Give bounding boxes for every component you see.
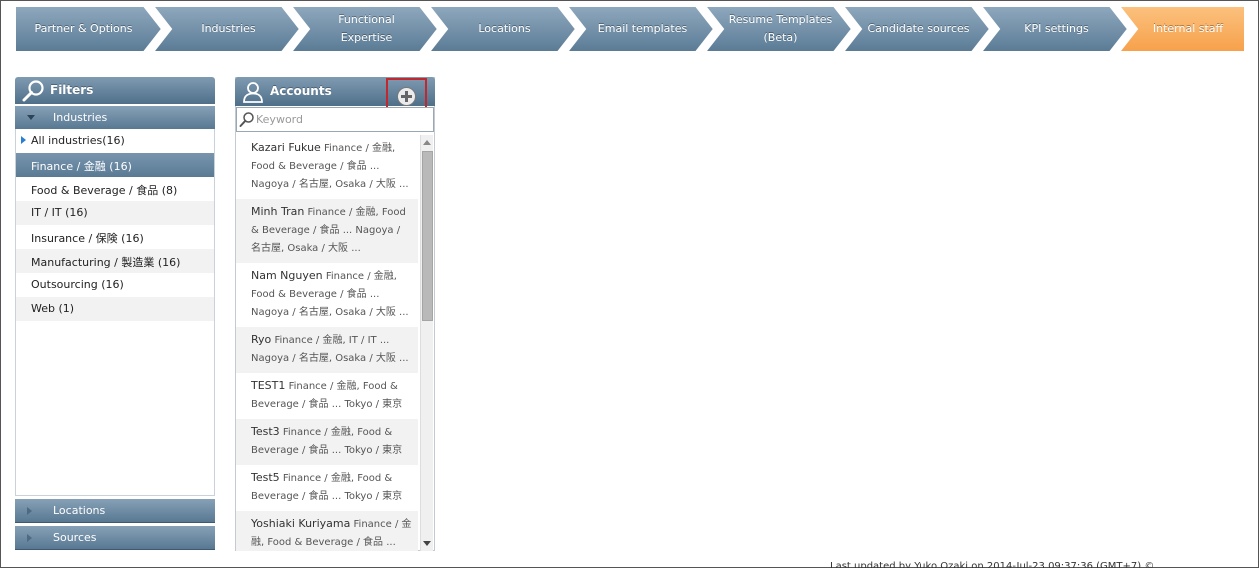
filters-panel: Filters Industries All industries(16) Fin…	[15, 77, 215, 551]
industry-filter-label: All industries(16)	[31, 134, 125, 147]
industry-filter-item[interactable]: Outsourcing (16)	[16, 273, 214, 297]
magnifier-icon	[22, 80, 44, 102]
expand-arrow-icon	[27, 534, 32, 542]
industry-filter-item[interactable]: Manufacturing / 製造業 (16)	[16, 249, 214, 273]
industry-filter-label: Outsourcing (16)	[31, 278, 124, 291]
filters-title: Filters	[50, 83, 94, 97]
step-tab[interactable]: Partner & Options	[15, 6, 162, 52]
step-tab[interactable]: Resume Templates (Beta)	[705, 6, 852, 52]
account-name: Test3	[251, 425, 280, 438]
current-filter-arrow-icon	[21, 136, 26, 144]
account-summary-line: Food & Beverage / 食品 ...	[251, 161, 380, 172]
step-tab[interactable]: Internal staff	[1119, 6, 1245, 52]
account-list-item[interactable]: Test5 Finance / 金融, Food & Beverage / 食品 …	[236, 465, 418, 511]
industries-section-label: Industries	[53, 111, 108, 124]
step-tab[interactable]: Email templates	[567, 6, 714, 52]
account-name: TEST1	[251, 379, 286, 392]
industry-filter-label: Food & Beverage / 食品 (8)	[31, 184, 178, 197]
step-tab-label: Functional Expertise	[338, 13, 395, 44]
account-summary-line: Nagoya / 名古屋, Osaka / 大阪 ...	[251, 353, 409, 364]
step-tab-label: KPI settings	[1024, 22, 1089, 35]
account-summary-line: Finance / 金融, Food &	[282, 473, 393, 484]
industry-filter-item[interactable]: Food & Beverage / 食品 (8)	[16, 177, 214, 201]
industry-filter-label: Manufacturing / 製造業 (16)	[31, 256, 181, 269]
industry-filter-item[interactable]: IT / IT (16)	[16, 201, 214, 225]
industries-list: All industries(16) Finance / 金融 (16) Food …	[15, 129, 215, 496]
account-list-item[interactable]: Test3 Finance / 金融, Food & Beverage / 食品 …	[236, 419, 418, 465]
account-name: Test5	[251, 471, 280, 484]
keyword-input[interactable]	[256, 111, 426, 128]
account-summary-line: 融, Food & Beverage / 食品 ...	[251, 537, 396, 548]
account-summary-line: & Beverage / 食品 ... Nagoya /	[251, 225, 401, 236]
industry-filter-label: Insurance / 保険 (16)	[31, 232, 144, 245]
account-name: Ryo	[251, 333, 272, 346]
account-summary-line: Finance / 金融, IT / IT ...	[274, 335, 390, 346]
scroll-down-arrow-icon[interactable]	[423, 541, 431, 546]
step-tab[interactable]: KPI settings	[981, 6, 1128, 52]
keyword-search	[236, 107, 434, 132]
scrollbar-thumb[interactable]	[422, 151, 433, 321]
account-summary-line: Nagoya / 名古屋, Osaka / 大阪 ...	[251, 307, 409, 318]
account-summary-line: Finance / 金融, Food &	[282, 427, 393, 438]
industries-section-header[interactable]: Industries	[15, 106, 215, 130]
account-name: Minh Tran	[251, 205, 305, 218]
account-name: Yoshiaki Kuriyama	[251, 517, 351, 530]
expand-arrow-icon	[27, 507, 32, 515]
account-list-item[interactable]: Nam Nguyen Finance / 金融, Food & Beverage …	[236, 263, 418, 327]
step-tab-label: Resume Templates (Beta)	[728, 13, 833, 44]
step-tab-label: Email templates	[597, 22, 688, 35]
account-list-item[interactable]: Minh Tran Finance / 金融, Food & Beverage /…	[236, 199, 418, 263]
account-summary-line: 名古屋, Osaka / 大阪 ...	[251, 243, 361, 254]
step-tab-label: Internal staff	[1152, 22, 1224, 35]
step-tab[interactable]: Industries	[153, 6, 300, 52]
account-list-item[interactable]: Ryo Finance / 金融, IT / IT ... Nagoya / 名古…	[236, 327, 418, 373]
accounts-scrollbar[interactable]	[420, 135, 433, 551]
last-updated-note: Last updated by Yuko Ozaki on 2014-Jul-2…	[830, 561, 1155, 568]
account-summary-line: Nagoya / 名古屋, Osaka / 大阪 ...	[251, 179, 409, 190]
step-tab[interactable]: Functional Expertise	[291, 6, 438, 52]
industry-filter-item[interactable]: All industries(16)	[16, 129, 214, 153]
accounts-list: Kazari Fukue Finance / 金融, Food & Beverag…	[236, 135, 419, 551]
industry-filter-item[interactable]: Insurance / 保険 (16)	[16, 225, 214, 249]
step-tab-label: Partner & Options	[34, 22, 133, 35]
account-list-item[interactable]: Kazari Fukue Finance / 金融, Food & Beverag…	[236, 135, 418, 199]
account-list-item[interactable]: Yoshiaki Kuriyama Finance / 金融, Food & B…	[236, 511, 418, 551]
account-name: Kazari Fukue	[251, 141, 321, 154]
account-summary-line: Beverage / 食品 ... Tokyo / 東京	[251, 491, 403, 502]
step-tab[interactable]: Locations	[429, 6, 576, 52]
sources-section-header[interactable]: Sources	[15, 526, 215, 550]
step-tab-label: Candidate sources	[867, 22, 970, 35]
filters-header: Filters	[15, 77, 215, 104]
account-name: Nam Nguyen	[251, 269, 323, 282]
locations-section-header[interactable]: Locations	[15, 499, 215, 523]
account-summary-line: Finance / 金融, Food	[307, 207, 406, 218]
plus-circle-icon	[397, 87, 416, 106]
user-icon	[243, 82, 263, 103]
industry-filter-item[interactable]: Finance / 金融 (16)	[16, 153, 214, 177]
collapse-arrow-icon	[27, 115, 35, 120]
step-tab[interactable]: Candidate sources	[843, 6, 990, 52]
account-summary-line: Finance / 金融, Food &	[288, 381, 398, 392]
account-list-item[interactable]: TEST1 Finance / 金融, Food & Beverage / 食品 …	[236, 373, 418, 419]
step-tab-label: Industries	[201, 22, 256, 35]
locations-section-label: Locations	[53, 504, 106, 517]
account-summary-line: Finance / 金	[353, 519, 412, 530]
account-summary-line: Finance / 金融,	[325, 271, 397, 282]
industry-filter-label: Finance / 金融 (16)	[31, 160, 132, 173]
accounts-panel: Accounts Kazari Fukue Finance / 金融, Food …	[235, 77, 435, 551]
step-tab-label: Locations	[478, 22, 531, 35]
account-summary-line: Beverage / 食品 ... Tokyo / 東京	[251, 399, 403, 410]
account-summary-line: Beverage / 食品 ... Tokyo / 東京	[251, 445, 403, 456]
sources-section-label: Sources	[53, 531, 97, 544]
scroll-up-arrow-icon[interactable]	[423, 140, 431, 145]
account-summary-line: Finance / 金融,	[324, 143, 396, 154]
industry-filter-item[interactable]: Web (1)	[16, 297, 214, 321]
search-icon	[239, 112, 254, 127]
industry-filter-label: Web (1)	[31, 302, 75, 315]
account-summary-line: Food & Beverage / 食品 ...	[251, 289, 380, 300]
wizard-steps: Partner & Options Industries Functional …	[15, 6, 1245, 52]
industry-filter-label: IT / IT (16)	[31, 206, 88, 219]
accounts-title: Accounts	[270, 84, 332, 98]
